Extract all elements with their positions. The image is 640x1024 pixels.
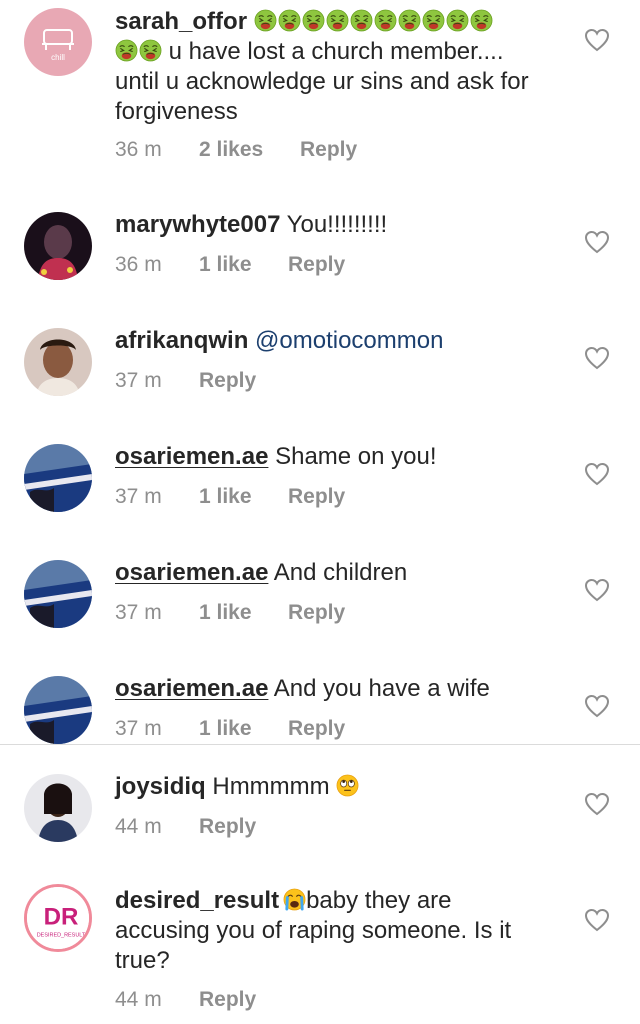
svg-text:DR: DR <box>44 903 79 930</box>
reply-button[interactable]: Reply <box>199 369 256 393</box>
svg-text:DESIRED_RESULT: DESIRED_RESULT <box>37 932 86 938</box>
reply-button[interactable]: Reply <box>300 138 357 162</box>
avatar[interactable] <box>24 676 92 744</box>
comment-text: afrikanqwin @omotiocommon <box>115 326 570 356</box>
comment-meta: 37 m 1 like Reply <box>115 485 345 509</box>
comment-meta: 37 m Reply <box>115 369 256 393</box>
timestamp: 36 m <box>115 138 162 161</box>
nauseated-emoji-icon <box>139 39 162 62</box>
comment-text-line: Shame on you! <box>268 443 437 470</box>
username[interactable]: osariemen.ae <box>115 559 268 586</box>
like-heart-icon[interactable] <box>584 578 610 602</box>
avatar[interactable] <box>24 212 92 280</box>
reply-button[interactable]: Reply <box>288 717 345 741</box>
comment-text: marywhyte007 You!!!!!!!!! <box>115 210 570 240</box>
nauseated-emoji-icon <box>278 9 301 32</box>
nauseated-emoji-icon <box>422 9 445 32</box>
username[interactable]: osariemen.ae <box>115 443 268 470</box>
avatar[interactable] <box>24 328 92 396</box>
comment-text-line: forgiveness <box>115 98 238 125</box>
likes-count[interactable]: 2 likes <box>199 138 300 162</box>
nauseated-emoji-icon <box>398 9 421 32</box>
comment-meta: 37 m 1 like Reply <box>115 601 345 625</box>
username[interactable]: sarah_offor <box>115 8 247 35</box>
comment-text-line: And children <box>268 559 408 586</box>
timestamp: 44 m <box>115 988 162 1011</box>
comment-text: osariemen.ae Shame on you! <box>115 442 570 472</box>
reply-button[interactable]: Reply <box>288 485 345 509</box>
likes-count[interactable]: 1 like <box>199 253 288 277</box>
reply-button[interactable]: Reply <box>199 815 256 839</box>
likes-count[interactable]: 1 like <box>199 485 288 509</box>
timestamp: 36 m <box>115 253 162 276</box>
reply-button[interactable]: Reply <box>288 601 345 625</box>
comment-text-line: You!!!!!!!!! <box>280 211 388 238</box>
likes-count[interactable]: 1 like <box>199 601 288 625</box>
comment-text-line: baby they are <box>306 887 452 914</box>
comment-meta: 44 m Reply <box>115 815 256 839</box>
emoji-group <box>115 39 162 62</box>
username[interactable]: marywhyte007 <box>115 211 280 238</box>
like-heart-icon[interactable] <box>584 28 610 52</box>
comment-text: osariemen.ae And children <box>115 558 570 588</box>
comment-text: sarah_offor u have lost a church member.… <box>115 7 570 127</box>
username[interactable]: joysidiq <box>115 773 206 800</box>
comment-meta: 36 m 1 like Reply <box>115 253 345 277</box>
rolling-eyes-emoji-icon <box>336 774 359 797</box>
comment-meta: 36 m 2 likes Reply <box>115 138 357 162</box>
avatar[interactable]: chill <box>24 8 92 76</box>
divider <box>0 744 640 745</box>
like-heart-icon[interactable] <box>584 346 610 370</box>
nauseated-emoji-icon <box>470 9 493 32</box>
reply-button[interactable]: Reply <box>288 253 345 277</box>
reply-button[interactable]: Reply <box>199 988 256 1012</box>
timestamp: 37 m <box>115 601 162 624</box>
timestamp: 44 m <box>115 815 162 838</box>
crying-emoji-icon <box>283 888 306 911</box>
mention-link[interactable]: @omotiocommon <box>248 327 443 354</box>
timestamp: 37 m <box>115 369 162 392</box>
comment-text-line: Hmmmmm <box>205 773 337 800</box>
nauseated-emoji-icon <box>302 9 325 32</box>
likes-count[interactable]: 1 like <box>199 717 288 741</box>
comment-text: desired_result baby they are accusing yo… <box>115 886 570 976</box>
nauseated-emoji-icon <box>446 9 469 32</box>
comment-meta: 44 m Reply <box>115 988 256 1012</box>
nauseated-emoji-icon <box>326 9 349 32</box>
like-heart-icon[interactable] <box>584 230 610 254</box>
timestamp: 37 m <box>115 717 162 740</box>
nauseated-emoji-icon <box>254 9 277 32</box>
like-heart-icon[interactable] <box>584 792 610 816</box>
avatar[interactable] <box>24 774 92 842</box>
comment-text-line: until u acknowledge ur sins and ask for <box>115 68 529 95</box>
nauseated-emoji-icon <box>374 9 397 32</box>
like-heart-icon[interactable] <box>584 694 610 718</box>
nauseated-emoji-icon <box>115 39 138 62</box>
like-heart-icon[interactable] <box>584 462 610 486</box>
avatar[interactable]: DR DESIRED_RESULT <box>24 884 92 952</box>
comment-text: osariemen.ae And you have a wife <box>115 674 570 704</box>
username[interactable]: osariemen.ae <box>115 675 268 702</box>
emoji-group <box>254 9 493 32</box>
comment-text-line: accusing you of raping someone. Is it <box>115 917 512 944</box>
nauseated-emoji-icon <box>350 9 373 32</box>
comment-text: joysidiq Hmmmmm <box>115 772 570 802</box>
username[interactable]: desired_result <box>115 887 279 914</box>
avatar[interactable] <box>24 444 92 512</box>
comment-text-line: true? <box>115 947 170 974</box>
username[interactable]: afrikanqwin <box>115 327 248 354</box>
comment-text-line: And you have a wife <box>268 675 490 702</box>
svg-text:chill: chill <box>51 53 65 62</box>
comment-meta: 37 m 1 like Reply <box>115 717 345 741</box>
timestamp: 37 m <box>115 485 162 508</box>
avatar[interactable] <box>24 560 92 628</box>
like-heart-icon[interactable] <box>584 908 610 932</box>
comment-text-line: u have lost a church member.... <box>162 38 504 65</box>
